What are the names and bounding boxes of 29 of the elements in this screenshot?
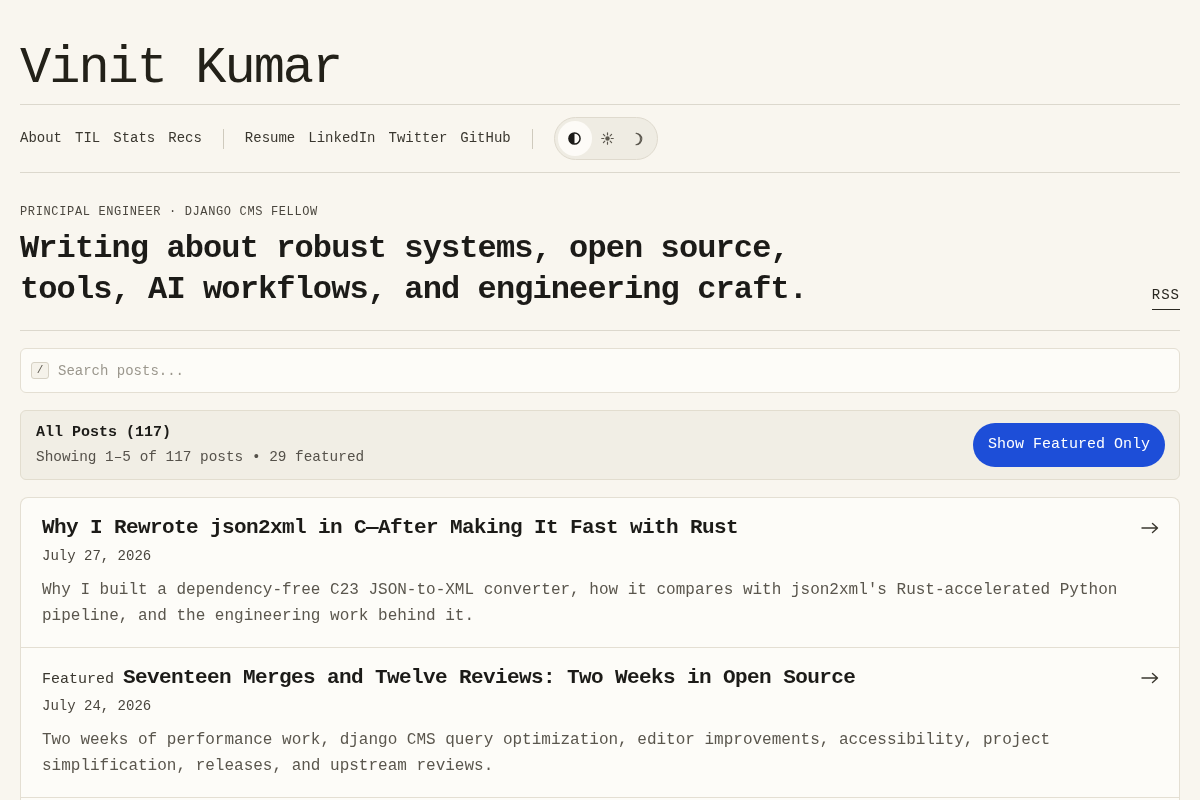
contrast-icon bbox=[568, 132, 582, 145]
headline: Writing about robust systems, open source, tools, AI workflows, and engineering craft. bbox=[20, 229, 809, 310]
nav-link[interactable]: TIL bbox=[75, 128, 101, 149]
moon-icon bbox=[632, 131, 644, 146]
theme-button[interactable] bbox=[557, 121, 592, 156]
sun-icon bbox=[600, 132, 614, 145]
nav-link[interactable]: Twitter bbox=[388, 128, 448, 149]
post-title[interactable]: Seventeen Merges and Twelve Reviews: Two Weeks in Open Source bbox=[123, 664, 856, 692]
post-excerpt: Two weeks of performance work, django CMS query optimization, editor improvements, accessibility, project simplification, releases, and upstream reviews. bbox=[42, 730, 1052, 777]
nav-link[interactable]: Recs bbox=[168, 128, 202, 149]
nav-link[interactable]: LinkedIn bbox=[308, 128, 376, 149]
tagline-text: PRINCIPAL ENGINEER · DJANGO CMS FELLOW bbox=[20, 204, 318, 221]
featured-label: Featured bbox=[42, 670, 114, 690]
posts-summary: Showing 1–5 of 117 posts • 29 featured bbox=[36, 448, 365, 467]
arrow-icon bbox=[1141, 672, 1159, 684]
nav-link[interactable]: GitHub bbox=[460, 128, 511, 149]
shortcut-key: / bbox=[31, 362, 49, 379]
nav-link[interactable]: About bbox=[20, 128, 62, 149]
arrow-icon bbox=[1141, 522, 1159, 534]
post-date: July 27, 2026 bbox=[42, 547, 152, 566]
nav-link[interactable]: Resume bbox=[244, 128, 296, 149]
nav-link[interactable]: Stats bbox=[113, 128, 156, 149]
featured-filter-button[interactable]: Show Featured Only bbox=[972, 423, 1165, 467]
posts-heading: All Posts (117) bbox=[36, 423, 173, 443]
rss-link[interactable]: RSS bbox=[1151, 286, 1180, 310]
post-excerpt: Why I built a dependency-free C23 JSON-to-XML converter, how it compares with json2xml's Rust-accelerated Python pipeline, and the engineering work behind it. bbox=[42, 580, 1119, 627]
post-date: July 24, 2026 bbox=[42, 697, 152, 716]
post-title[interactable]: Why I Rewrote json2xml in C—After Making It Fast with Rust bbox=[42, 514, 739, 542]
site-title[interactable]: Vinit Kumar bbox=[20, 40, 342, 97]
